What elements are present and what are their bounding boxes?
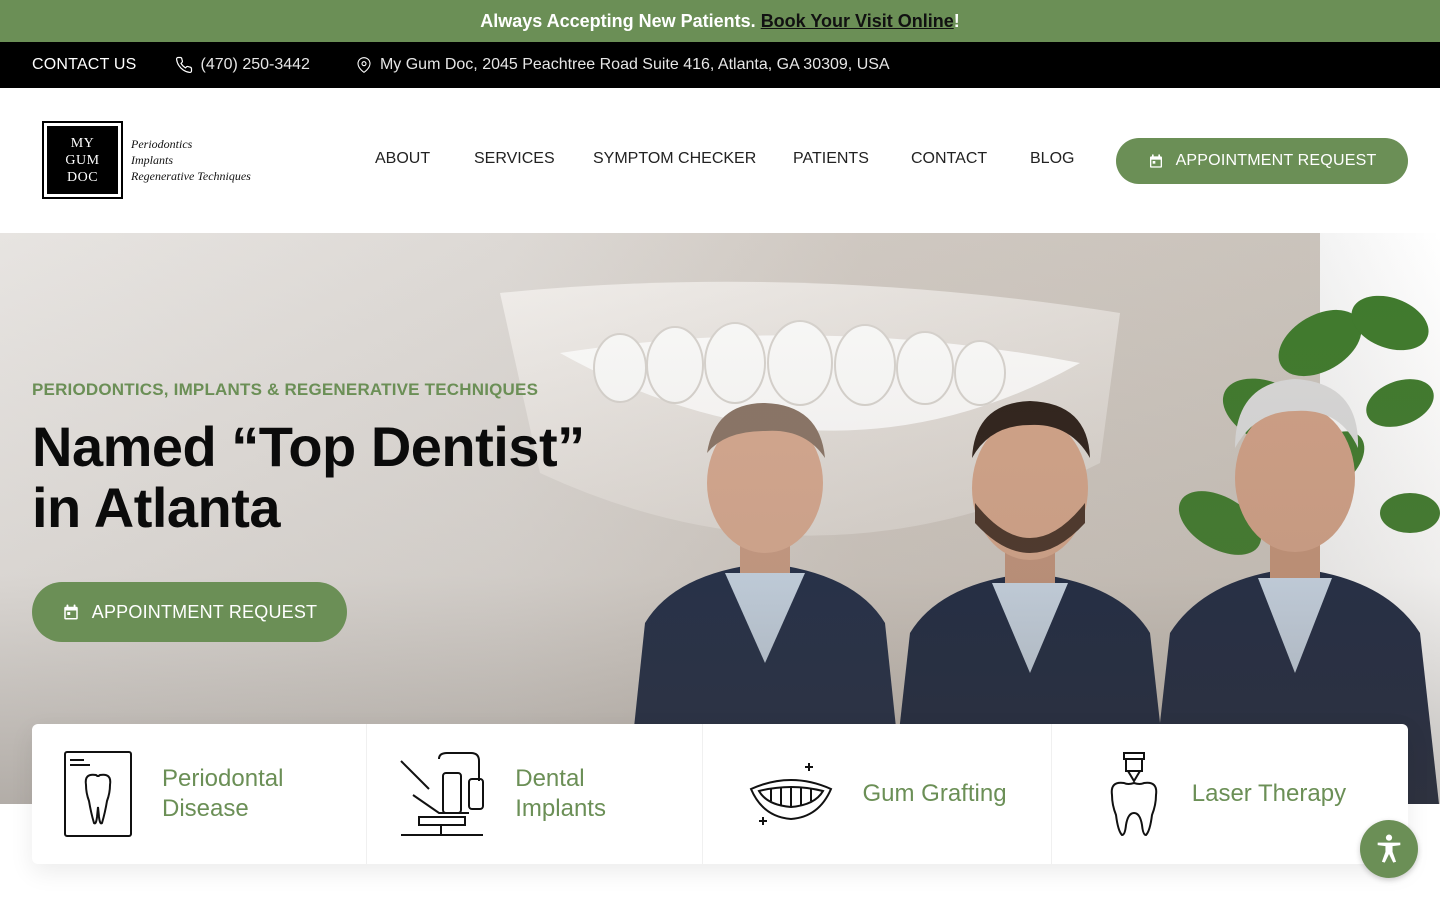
services-strip: Periodontal Disease Dental Implants Gum …: [32, 724, 1408, 864]
address-text: My Gum Doc, 2045 Peachtree Road Suite 41…: [379, 56, 890, 73]
logo-mark: MY GUM DOC: [42, 121, 123, 199]
top-contact-bar: CONTACT US (470) 250-3442 My Gum Doc, 20…: [0, 42, 1440, 88]
logo-tagline: Periodontics Implants Regenerative Techn…: [131, 136, 251, 184]
calendar-icon: [64, 604, 78, 620]
service-periodontal-disease[interactable]: Periodontal Disease: [32, 724, 368, 864]
site-header: MY GUM DOC Periodontics Implants Regener…: [0, 88, 1440, 233]
nav-services[interactable]: SERVICES: [474, 150, 555, 168]
service-gum-grafting[interactable]: Gum Grafting: [703, 724, 1052, 864]
accessibility-icon: [1377, 834, 1401, 863]
logo-line-1: MY: [70, 135, 95, 151]
hero-appointment-button[interactable]: APPOINTMENT REQUEST: [32, 582, 347, 642]
service-label-line-1: Dental: [515, 765, 585, 792]
service-laser-therapy[interactable]: Laser Therapy: [1052, 724, 1408, 864]
smile-icon: [749, 763, 832, 825]
hero-title-line-2: in Atlanta: [32, 476, 281, 539]
hero-section: PERIODONTICS, IMPLANTS & REGENERATIVE TE…: [0, 233, 1440, 804]
service-label: Gum Grafting: [863, 779, 1007, 809]
dental-chair-icon: [400, 752, 485, 836]
nav-patients[interactable]: PATIENTS: [793, 150, 869, 168]
service-dental-implants[interactable]: Dental Implants: [367, 724, 703, 864]
service-label-line-2: Implants: [515, 795, 606, 822]
accessibility-button[interactable]: [1360, 820, 1418, 878]
service-label: Laser Therapy: [1192, 779, 1346, 809]
hero-eyebrow: PERIODONTICS, IMPLANTS & REGENERATIVE TE…: [32, 380, 539, 399]
phone-number: (470) 250-3442: [200, 56, 310, 73]
announcement-suffix: !: [953, 10, 960, 31]
logo-tag-2: Implants: [131, 153, 173, 167]
announcement-bar: Always Accepting New Patients. Book Your…: [0, 0, 1440, 42]
contact-us-link[interactable]: CONTACT US: [32, 56, 137, 74]
calendar-icon: [1149, 154, 1162, 168]
site-logo[interactable]: MY GUM DOC Periodontics Implants Regener…: [42, 121, 251, 199]
header-appointment-button[interactable]: APPOINTMENT REQUEST: [1116, 138, 1408, 184]
phone-icon: [175, 56, 192, 74]
hero-title: Named “Top Dentist” in Atlanta: [32, 416, 585, 538]
service-label-line-2: Disease: [162, 795, 249, 822]
hero-appointment-label: APPOINTMENT REQUEST: [91, 601, 318, 622]
logo-tag-1: Periodontics: [131, 137, 193, 151]
announcement-text: Always Accepting New Patients.: [480, 10, 756, 31]
book-online-link[interactable]: Book Your Visit Online: [761, 11, 954, 32]
service-label: Periodontal Disease: [162, 764, 302, 824]
tooth-laser-icon: [1110, 752, 1157, 837]
nav-blog[interactable]: BLOG: [1030, 150, 1074, 168]
nav-symptom-checker[interactable]: SYMPTOM CHECKER: [593, 150, 756, 168]
logo-tag-3: Regenerative Techniques: [131, 169, 251, 183]
logo-line-2: GUM: [65, 152, 100, 168]
header-appointment-label: APPOINTMENT REQUEST: [1175, 152, 1377, 169]
service-label: Dental Implants: [515, 764, 655, 824]
service-label-line-1: Gum Grafting: [862, 780, 1007, 807]
address-link[interactable]: My Gum Doc, 2045 Peachtree Road Suite 41…: [356, 56, 890, 74]
logo-line-3: DOC: [66, 169, 99, 185]
phone-link[interactable]: (470) 250-3442: [175, 56, 310, 74]
nav-contact[interactable]: CONTACT: [911, 150, 987, 168]
tooth-xray-icon: [64, 751, 132, 837]
hero-title-line-1: Named “Top Dentist”: [32, 415, 585, 478]
nav-about[interactable]: ABOUT: [375, 150, 430, 168]
service-label-line-1: Laser Therapy: [1191, 780, 1347, 807]
map-pin-icon: [357, 57, 371, 73]
service-label-line-1: Periodontal: [162, 765, 284, 792]
